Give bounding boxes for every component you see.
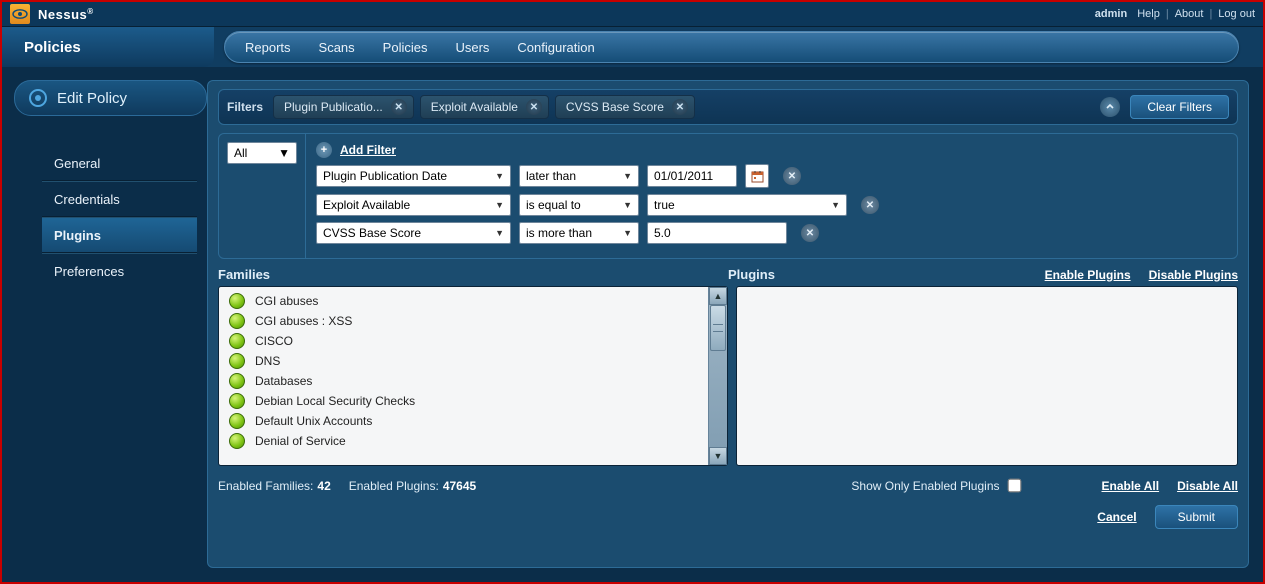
family-item-label: Debian Local Security Checks (255, 394, 415, 408)
family-item-label: Databases (255, 374, 312, 388)
filter-field-select[interactable]: Exploit Available▼ (316, 194, 511, 216)
sidebar-item-preferences[interactable]: Preferences (42, 253, 197, 288)
close-icon[interactable]: ✕ (526, 99, 542, 115)
status-dot-icon (229, 393, 245, 409)
status-dot-icon (229, 293, 245, 309)
scroll-down-icon[interactable]: ▼ (709, 447, 727, 465)
plugins-list (736, 286, 1238, 466)
family-item[interactable]: Databases (219, 371, 708, 391)
enable-plugins-link[interactable]: Enable Plugins (1045, 268, 1131, 282)
enabled-families-label: Enabled Families: (218, 479, 313, 493)
show-only-enabled-label: Show Only Enabled Plugins (851, 479, 999, 493)
family-item-label: CGI abuses : XSS (255, 314, 352, 328)
nav-configuration[interactable]: Configuration (517, 40, 594, 55)
filter-chip[interactable]: CVSS Base Score✕ (555, 95, 695, 119)
calendar-icon[interactable] (745, 164, 769, 188)
scroll-thumb[interactable] (710, 305, 726, 351)
add-filter-link[interactable]: Add Filter (340, 143, 396, 157)
about-link[interactable]: About (1175, 8, 1204, 20)
enabled-plugins-label: Enabled Plugins: (349, 479, 439, 493)
family-item-label: Denial of Service (255, 434, 346, 448)
close-icon[interactable]: ✕ (391, 99, 407, 115)
filters-label: Filters (227, 100, 263, 114)
filter-operator-select[interactable]: later than▼ (519, 165, 639, 187)
status-dot-icon (229, 373, 245, 389)
status-dot-icon (229, 333, 245, 349)
close-icon[interactable]: ✕ (672, 99, 688, 115)
families-header: Families (218, 267, 728, 282)
sidebar-item-plugins[interactable]: Plugins (42, 217, 197, 253)
filter-value-input[interactable] (647, 222, 787, 244)
family-item-label: Default Unix Accounts (255, 414, 372, 428)
radio-icon (29, 89, 47, 107)
page-title: Edit Policy (14, 80, 207, 116)
scroll-up-icon[interactable]: ▲ (709, 287, 727, 305)
nessus-logo (10, 4, 30, 24)
section-title: Policies (2, 27, 214, 67)
filter-chip[interactable]: Plugin Publicatio...✕ (273, 95, 414, 119)
plugins-header: Plugins (728, 267, 775, 282)
enabled-families-count: 42 (317, 479, 330, 493)
remove-filter-icon[interactable]: ✕ (783, 167, 801, 185)
family-item-label: CGI abuses (255, 294, 318, 308)
help-link[interactable]: Help (1137, 8, 1160, 20)
nav-scans[interactable]: Scans (319, 40, 355, 55)
family-item[interactable]: Denial of Service (219, 431, 708, 451)
family-item[interactable]: Debian Local Security Checks (219, 391, 708, 411)
status-dot-icon (229, 313, 245, 329)
status-dot-icon (229, 413, 245, 429)
nav-users[interactable]: Users (455, 40, 489, 55)
collapse-filters-icon[interactable] (1100, 97, 1120, 117)
status-dot-icon (229, 353, 245, 369)
family-item-label: CISCO (255, 334, 293, 348)
family-item[interactable]: DNS (219, 351, 708, 371)
families-list: CGI abuses CGI abuses : XSS CISCO DNS Databa… (218, 286, 728, 466)
clear-filters-button[interactable]: Clear Filters (1130, 95, 1229, 119)
enabled-plugins-count: 47645 (443, 479, 476, 493)
sidebar-item-credentials[interactable]: Credentials (42, 181, 197, 217)
family-item[interactable]: CISCO (219, 331, 708, 351)
submit-button[interactable]: Submit (1155, 505, 1238, 529)
sidebar-item-general[interactable]: General (42, 146, 197, 181)
filter-field-select[interactable]: Plugin Publication Date▼ (316, 165, 511, 187)
status-dot-icon (229, 433, 245, 449)
family-item[interactable]: CGI abuses (219, 291, 708, 311)
filter-operator-select[interactable]: is equal to▼ (519, 194, 639, 216)
show-only-enabled-checkbox[interactable] (1007, 479, 1021, 493)
brand-name: Nessus® (38, 7, 94, 22)
enable-all-link[interactable]: Enable All (1102, 479, 1160, 493)
family-item[interactable]: Default Unix Accounts (219, 411, 708, 431)
nav-reports[interactable]: Reports (245, 40, 291, 55)
scrollbar[interactable]: ▲ ▼ (708, 287, 727, 465)
family-item-label: DNS (255, 354, 280, 368)
family-item[interactable]: CGI abuses : XSS (219, 311, 708, 331)
filter-value-select[interactable]: true▼ (647, 194, 847, 216)
filter-value-input[interactable] (647, 165, 737, 187)
filter-scope-select[interactable]: All▼ (227, 142, 297, 164)
main-nav: Reports Scans Policies Users Configurati… (224, 31, 1239, 63)
logout-link[interactable]: Log out (1218, 8, 1255, 20)
user-link[interactable]: admin (1095, 8, 1127, 20)
filter-chip[interactable]: Exploit Available✕ (420, 95, 549, 119)
nav-policies[interactable]: Policies (383, 40, 428, 55)
cancel-button[interactable]: Cancel (1097, 510, 1136, 524)
remove-filter-icon[interactable]: ✕ (861, 196, 879, 214)
add-filter-icon[interactable]: + (316, 142, 332, 158)
disable-plugins-link[interactable]: Disable Plugins (1149, 268, 1238, 282)
disable-all-link[interactable]: Disable All (1177, 479, 1238, 493)
filter-operator-select[interactable]: is more than▼ (519, 222, 639, 244)
filter-field-select[interactable]: CVSS Base Score▼ (316, 222, 511, 244)
remove-filter-icon[interactable]: ✕ (801, 224, 819, 242)
